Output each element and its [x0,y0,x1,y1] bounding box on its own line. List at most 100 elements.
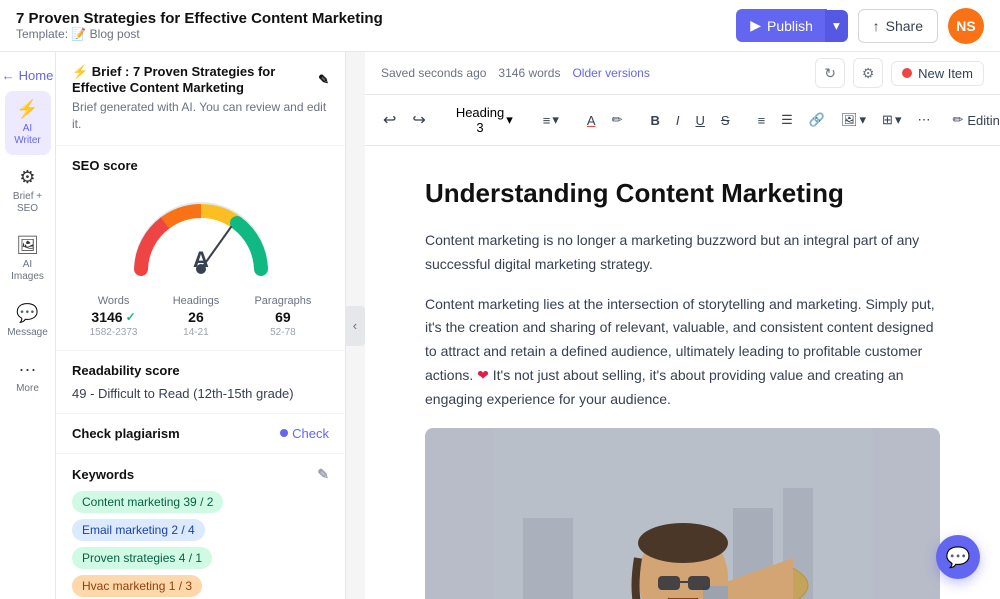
plagiarism-check-link[interactable]: Check [280,426,329,441]
keyword-tag[interactable]: Proven strategies 4 / 1 [72,547,212,569]
side-panel: ⚡ Brief : 7 Proven Strategies for Effect… [56,52,346,599]
chevron-down-icon: ▾ [860,112,867,128]
readability-title: Readability score [72,363,329,378]
strikethrough-button[interactable]: S [715,109,736,132]
sidebar-item-brief-seo[interactable]: ⚙ Brief + SEO [5,159,51,223]
chevron-down-icon: ▾ [552,112,559,128]
italic-button[interactable]: I [670,109,686,132]
home-arrow-icon: ← [2,68,15,83]
editing-badge: ✏ Editing ▾ [952,112,1000,128]
edit-icon[interactable]: ✎ [318,72,329,88]
image-toolbar-button[interactable]: 🖼 ▾ [835,108,872,132]
sidebar-item-label: Message [7,327,48,339]
content-editor[interactable]: Understanding Content Marketing Content … [365,146,1000,599]
image-icon: 🖼 [16,235,39,256]
gauge-svg: A [121,189,281,279]
editor-paragraph-1: Content marketing is no longer a marketi… [425,229,940,277]
sidebar-item-label: More [16,383,39,395]
new-item-label: New Item [918,66,973,81]
check-icon: ✓ [126,310,136,324]
text-color-button[interactable]: A [581,109,602,132]
keyword-tag[interactable]: Email marketing 2 / 4 [72,519,205,541]
undo-button[interactable]: ↩ [377,106,402,134]
top-bar-actions: ▶ Publish ▾ ↑ Share NS [736,8,984,44]
underline-button[interactable]: U [690,109,711,132]
person-megaphone-svg [493,428,873,599]
highlight-button[interactable]: ✏ [606,108,629,132]
panel-collapse-button[interactable]: ‹ [345,306,365,346]
heading-select-button[interactable]: Heading 3 ▾ [448,101,521,139]
publish-dropdown-button[interactable]: ▾ [825,10,848,42]
icon-btn-1[interactable]: ↻ [815,58,845,88]
editor-toolbar: ↩ ↪ Heading 3 ▾ ≡ ▾ A ✏ B I U S [365,95,1000,146]
editor-area: Saved seconds ago 3146 words Older versi… [365,52,1000,599]
paragraphs-stat: Paragraphs 69 52-78 [254,295,311,338]
share-button[interactable]: ↑ Share [858,9,938,43]
ordered-list-button[interactable]: ≡ [752,109,772,132]
keyword-tag[interactable]: Content marketing 39 / 2 [72,491,223,513]
sidebar-item-more[interactable]: ··· More [5,351,51,403]
words-stat: Words 3146 ✓ 1582-2373 [90,295,138,338]
readability-score: 49 - Difficult to Read (12th-15th grade) [72,386,329,401]
blue-dot-icon [280,429,288,437]
seo-gauge: A [72,181,329,287]
template-label: Template: 📝 Blog post [16,27,140,41]
table-button[interactable]: ⊞ ▾ [876,108,907,132]
readability-section: Readability score 49 - Difficult to Read… [56,351,345,414]
sidebar-item-label: Brief + SEO [11,191,45,215]
svg-text:A: A [193,247,209,272]
home-link[interactable]: ← Home [0,64,61,87]
keyword-tag[interactable]: Hvac marketing 1 / 3 [72,575,202,597]
sidebar-item-ai-writer[interactable]: ⚡ AI Writer [5,91,51,155]
chevron-down-icon: ▾ [895,112,902,128]
status-bar: Saved seconds ago 3146 words Older versi… [365,52,1000,95]
chevron-down-icon: ▾ [506,112,513,128]
table-icon: ⊞ [882,112,893,128]
brief-description: Brief generated with AI. You can review … [72,99,329,133]
seo-score-section: SEO score [56,146,345,351]
more-dots-icon: ··· [19,359,37,380]
lightning-icon: ⚡ [16,99,38,120]
editor-paragraph-2: Content marketing lies at the intersecti… [425,293,940,412]
more-toolbar-button[interactable]: ⋯ [911,108,936,132]
chevron-left-icon: ‹ [353,318,357,333]
settings-icon: ⚙ [862,65,875,82]
title-area: 7 Proven Strategies for Effective Conten… [16,10,383,41]
top-bar: 7 Proven Strategies for Effective Conten… [0,0,1000,52]
link-icon: 🔗 [809,112,825,128]
list-item: Email marketing 2 / 4 [72,519,329,541]
keywords-section: Keywords ✎ Content marketing 39 / 2 Emai… [56,454,345,599]
publish-group: ▶ Publish ▾ [736,9,847,42]
sidebar-item-label: AI Images [11,259,45,283]
avatar[interactable]: NS [948,8,984,44]
publish-button[interactable]: ▶ Publish [736,9,827,42]
chat-bubble-button[interactable]: 💬 [936,535,980,579]
editor-heading: Understanding Content Marketing [425,178,940,209]
list-item: Proven strategies 4 / 1 [72,547,329,569]
sidebar-item-ai-images[interactable]: 🖼 AI Images [5,227,51,291]
document-title: 7 Proven Strategies for Effective Conten… [16,10,383,27]
seo-score-title: SEO score [72,158,329,173]
ul-icon: ☰ [781,112,793,128]
publish-arrow-icon: ▶ [750,17,761,34]
word-count: 3146 words [498,66,560,80]
main-layout: ← Home ⚡ AI Writer ⚙ Brief + SEO 🖼 AI Im… [0,52,1000,599]
stats-row: Words 3146 ✓ 1582-2373 Headings 26 14-21… [72,295,329,338]
align-button[interactable]: ≡ ▾ [537,108,565,132]
pencil-icon: ✏ [952,112,963,128]
image-toolbar-icon: 🖼 [841,112,858,128]
icon-btn-2[interactable]: ⚙ [853,58,883,88]
unordered-list-button[interactable]: ☰ [775,108,799,132]
new-item-area[interactable]: New Item [891,61,984,86]
bold-button[interactable]: B [644,109,665,132]
refresh-icon: ↻ [824,65,836,82]
redo-button[interactable]: ↪ [406,106,431,134]
keywords-edit-icon[interactable]: ✎ [317,466,329,483]
sidebar-item-message[interactable]: 💬 Message [5,295,51,347]
sidebar-item-label: AI Writer [11,123,45,147]
older-versions-link[interactable]: Older versions [572,66,649,80]
link-button[interactable]: 🔗 [803,108,831,132]
chat-icon: 💬 [946,545,971,570]
red-dot-icon [902,68,912,78]
keywords-title: Keywords ✎ [72,466,329,483]
